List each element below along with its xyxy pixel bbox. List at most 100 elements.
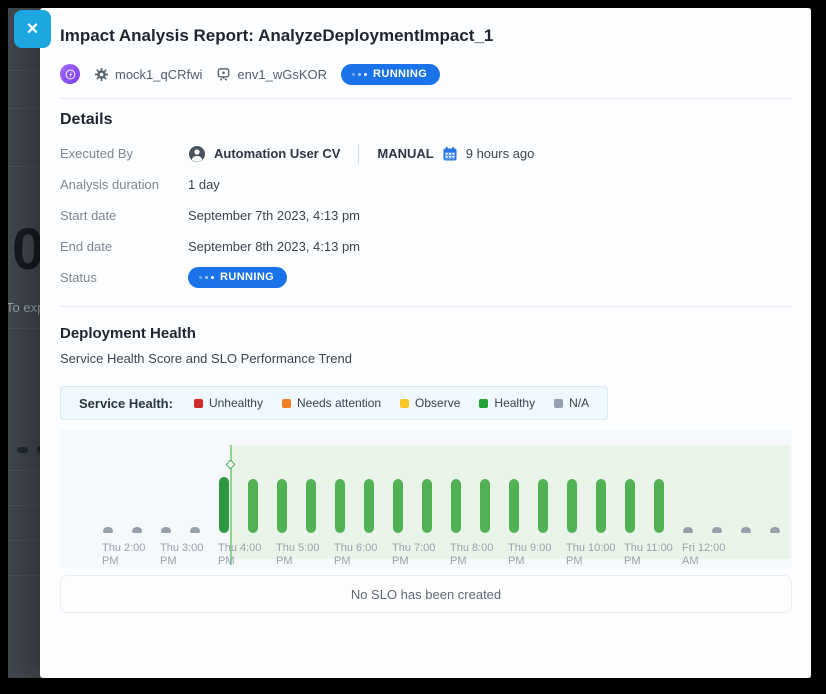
healthy-score-bar[interactable]	[480, 479, 490, 533]
legend-label: N/A	[569, 396, 589, 410]
healthy-score-bar[interactable]	[596, 479, 606, 533]
x-axis-tick-label: Fri 12:00AM	[682, 542, 725, 568]
slo-empty-message: No SLO has been created	[351, 587, 501, 602]
section-divider	[60, 306, 792, 307]
x-axis-tick-label: Thu 4:00PM	[218, 542, 261, 568]
service-link[interactable]: mock1_qCRfwi	[94, 67, 202, 82]
report-meta-row: mock1_qCRfwi env1_wGsKOR RUNNING	[60, 63, 792, 85]
x-axis-tick-label: Thu 9:00PM	[508, 542, 551, 568]
detail-label: End date	[60, 239, 188, 254]
healthy-score-bar[interactable]	[219, 477, 229, 533]
healthy-score-bar[interactable]	[422, 479, 432, 533]
healthy-score-bar[interactable]	[393, 479, 403, 533]
trigger-type: MANUAL	[377, 146, 433, 161]
bolt-icon	[65, 69, 76, 80]
na-score-bar[interactable]	[741, 527, 751, 533]
healthy-score-bar[interactable]	[306, 479, 316, 533]
healthy-score-bar[interactable]	[567, 479, 577, 533]
legend-item-healthy: Healthy	[479, 396, 535, 410]
legend-item-needs-attention: Needs attention	[282, 396, 381, 410]
healthy-score-bar[interactable]	[654, 479, 664, 533]
details-heading: Details	[60, 109, 792, 131]
detail-row-analysis-duration: Analysis duration 1 day	[60, 169, 792, 200]
na-score-bar[interactable]	[132, 527, 142, 533]
detail-label: Start date	[60, 208, 188, 223]
executed-time-ago: 9 hours ago	[466, 146, 535, 161]
detail-row-status: Status RUNNING	[60, 262, 792, 293]
x-axis-tick-label: Thu 10:00PM	[566, 542, 616, 568]
x-axis-tick-label: Thu 8:00PM	[450, 542, 493, 568]
observe-color-swatch	[400, 399, 409, 408]
na-color-swatch	[554, 399, 563, 408]
service-health-legend: Service Health: Unhealthy Needs attentio…	[60, 386, 608, 420]
healthy-score-bar[interactable]	[625, 479, 635, 533]
na-score-bar[interactable]	[770, 527, 780, 533]
impact-analysis-report-drawer: Impact Analysis Report: AnalyzeDeploymen…	[40, 8, 811, 678]
gear-icon	[94, 67, 109, 82]
background-skeleton-bar	[17, 447, 28, 453]
deployment-health-subtitle: Service Health Score and SLO Performance…	[60, 351, 792, 366]
environment-link[interactable]: env1_wGsKOR	[216, 67, 327, 82]
healthy-score-bar[interactable]	[451, 479, 461, 533]
environment-icon	[216, 67, 231, 82]
report-title: Impact Analysis Report: AnalyzeDeploymen…	[60, 25, 792, 47]
running-status-label: RUNNING	[373, 69, 427, 80]
needs-attention-color-swatch	[282, 399, 291, 408]
environment-name: env1_wGsKOR	[237, 67, 327, 82]
detail-row-executed-by: Executed By Automation User CV MANUAL	[60, 138, 792, 169]
legend-label: Observe	[415, 396, 460, 410]
user-icon	[188, 145, 206, 163]
analysis-avatar-icon	[60, 64, 80, 84]
na-score-bar[interactable]	[712, 527, 722, 533]
legend-label: Needs attention	[297, 396, 381, 410]
unhealthy-color-swatch	[194, 399, 203, 408]
calendar-icon	[442, 146, 458, 162]
legend-item-na: N/A	[554, 396, 589, 410]
x-axis-tick-label: Thu 7:00PM	[392, 542, 435, 568]
na-score-bar[interactable]	[161, 527, 171, 533]
legend-item-observe: Observe	[400, 396, 460, 410]
close-drawer-button[interactable]: ×	[14, 10, 51, 48]
x-axis-tick-label: Thu 6:00PM	[334, 542, 377, 568]
x-axis-tick-label: Thu 2:00PM	[102, 542, 145, 568]
loading-dots-icon	[352, 73, 367, 76]
detail-label: Analysis duration	[60, 177, 188, 192]
header-divider	[60, 98, 792, 99]
running-status-badge: RUNNING	[341, 64, 440, 85]
legend-label: Unhealthy	[209, 396, 263, 410]
na-score-bar[interactable]	[103, 527, 113, 533]
healthy-color-swatch	[479, 399, 488, 408]
healthy-score-bar[interactable]	[509, 479, 519, 533]
executed-by-user: Automation User CV	[214, 146, 340, 161]
healthy-score-bar[interactable]	[364, 479, 374, 533]
legend-label: Healthy	[494, 396, 535, 410]
healthy-score-bar[interactable]	[277, 479, 287, 533]
na-score-bar[interactable]	[683, 527, 693, 533]
detail-label: Executed By	[60, 146, 188, 161]
service-name: mock1_qCRfwi	[115, 67, 202, 82]
background-metric-value: 0	[12, 216, 43, 283]
health-bar-plot: Thu 2:00PMThu 3:00PMThu 4:00PMThu 5:00PM…	[60, 430, 792, 568]
healthy-score-bar[interactable]	[248, 479, 258, 533]
status-badge-label: RUNNING	[220, 272, 274, 283]
healthy-score-bar[interactable]	[335, 479, 345, 533]
x-axis-tick-label: Thu 11:00PM	[624, 542, 673, 568]
healthy-score-bar[interactable]	[538, 479, 548, 533]
details-table: Executed By Automation User CV MANUAL	[60, 138, 792, 293]
legend-item-unhealthy: Unhealthy	[194, 396, 263, 410]
legend-title: Service Health:	[79, 396, 173, 411]
x-axis-tick-label: Thu 3:00PM	[160, 542, 203, 568]
status-badge: RUNNING	[188, 267, 287, 288]
analysis-duration-value: 1 day	[188, 177, 220, 192]
close-icon: ×	[27, 19, 39, 39]
detail-value: Automation User CV MANUAL 9 hours ago	[188, 144, 534, 164]
detail-label: Status	[60, 270, 188, 285]
vertical-divider	[358, 144, 359, 164]
deployment-health-heading: Deployment Health	[60, 324, 792, 344]
slo-empty-state: No SLO has been created	[60, 575, 792, 613]
loading-dots-icon	[199, 276, 214, 279]
na-score-bar[interactable]	[190, 527, 200, 533]
end-date-value: September 8th 2023, 4:13 pm	[188, 239, 360, 254]
detail-row-end-date: End date September 8th 2023, 4:13 pm	[60, 231, 792, 262]
detail-row-start-date: Start date September 7th 2023, 4:13 pm	[60, 200, 792, 231]
